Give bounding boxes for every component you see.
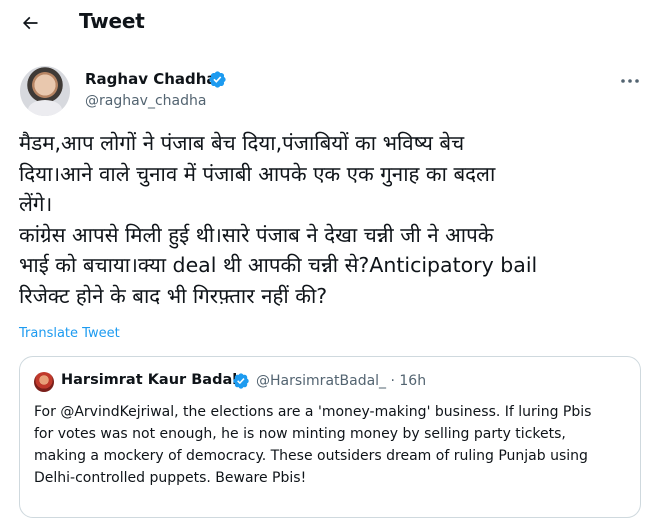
- quoted-tweet[interactable]: Harsimrat Kaur Badal @HarsimratBadal_ · …: [19, 356, 641, 518]
- quote-author-name: Harsimrat Kaur Badal: [61, 372, 238, 388]
- header-bar: Tweet: [0, 0, 655, 46]
- page-title: Tweet: [79, 9, 145, 33]
- verified-badge-icon: [233, 373, 249, 389]
- more-icon[interactable]: [618, 72, 642, 90]
- author-name[interactable]: Raghav Chadha: [85, 70, 217, 88]
- quote-avatar: [34, 372, 54, 392]
- verified-badge-icon: [209, 71, 226, 88]
- back-arrow-icon: [22, 16, 38, 30]
- avatar-shirt: [28, 100, 62, 116]
- avatar[interactable]: [20, 66, 70, 116]
- back-button[interactable]: [14, 7, 46, 39]
- translate-tweet-link[interactable]: Translate Tweet: [19, 326, 120, 341]
- quote-handle-time: @HarsimratBadal_ · 16h: [256, 373, 427, 389]
- tweet-text: मैडम,आप लोगों ने पंजाब बेच दिया,पंजाबियो…: [19, 131, 538, 308]
- quote-text: For @ArvindKejriwal, the elections are a…: [34, 404, 592, 486]
- author-handle[interactable]: @raghav_chadha: [85, 93, 206, 109]
